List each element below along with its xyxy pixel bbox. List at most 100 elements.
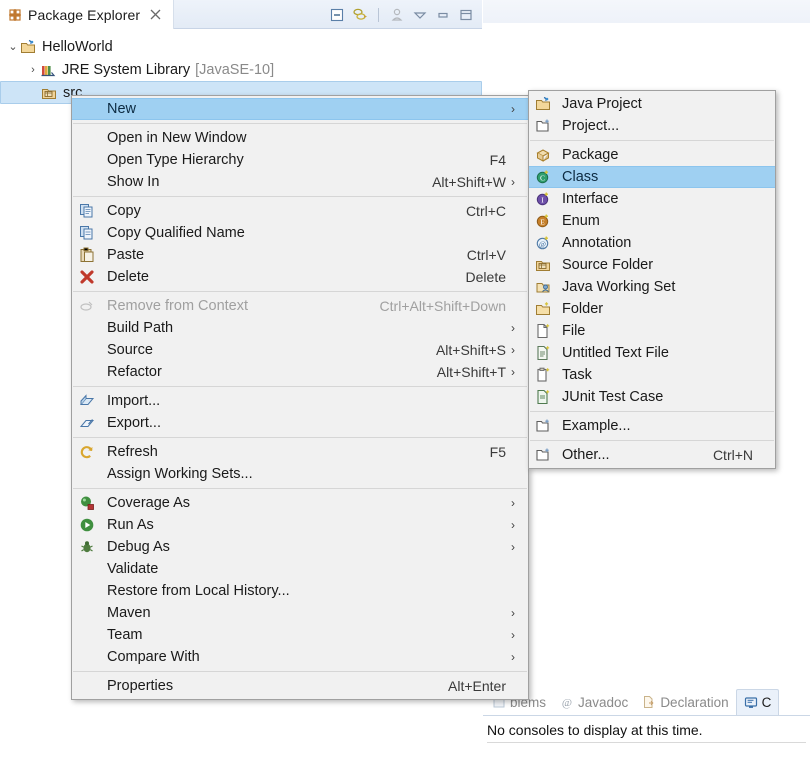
menu-item-refactor[interactable]: RefactorAlt+Shift+T› xyxy=(72,361,528,383)
menu-item-untitled-text-file[interactable]: Untitled Text File xyxy=(529,342,775,364)
menu-item-package[interactable]: Package xyxy=(529,144,775,166)
menu-item-label: Source Folder xyxy=(557,257,753,273)
menu-item-label: Properties xyxy=(102,678,430,694)
menu-item-compare-with[interactable]: Compare With› xyxy=(72,646,528,668)
context-menu: New› Open in New WindowOpen Type Hierarch… xyxy=(71,95,529,700)
close-icon[interactable] xyxy=(150,9,161,20)
menu-item-export[interactable]: Export... xyxy=(72,412,528,434)
focus-on-active-task-icon[interactable] xyxy=(387,5,407,25)
menu-item-label: Enum xyxy=(557,213,753,229)
tree-item-helloworld[interactable]: ⌄HelloWorld xyxy=(0,35,482,58)
menu-item-class[interactable]: CClass xyxy=(529,166,775,188)
menu-item-open-in-new-window[interactable]: Open in New Window xyxy=(72,127,528,149)
link-with-editor-icon[interactable] xyxy=(350,5,370,25)
paste-icon xyxy=(72,245,102,265)
menu-item-label: Compare With xyxy=(102,649,506,665)
console-tab-label: Declaration xyxy=(660,695,728,710)
menu-item-copy[interactable]: CopyCtrl+C xyxy=(72,200,528,222)
menu-item-file[interactable]: File xyxy=(529,320,775,342)
menu-separator xyxy=(73,386,527,387)
menu-item-copy-qualified-name[interactable]: Copy Qualified Name xyxy=(72,222,528,244)
menu-item-source-folder[interactable]: Source Folder xyxy=(529,254,775,276)
menu-item-build-path[interactable]: Build Path› xyxy=(72,317,528,339)
menu-item-remove-from-context: Remove from ContextCtrl+Alt+Shift+Down xyxy=(72,295,528,317)
text-file-icon xyxy=(529,343,557,363)
refresh-icon xyxy=(72,442,102,462)
menu-item-open-type-hierarchy[interactable]: Open Type HierarchyF4 xyxy=(72,149,528,171)
menu-item-assign-working-sets[interactable]: Assign Working Sets... xyxy=(72,463,528,485)
menu-item-label: Refresh xyxy=(102,444,472,460)
project-icon xyxy=(529,116,557,136)
menu-item-properties[interactable]: PropertiesAlt+Enter xyxy=(72,675,528,697)
class-icon: C xyxy=(529,167,557,187)
menu-item-validate[interactable]: Validate xyxy=(72,558,528,580)
console-tab-declaration[interactable]: Declaration xyxy=(635,689,735,715)
menu-icon-placeholder xyxy=(72,676,102,696)
menu-item-source[interactable]: SourceAlt+Shift+S› xyxy=(72,339,528,361)
submenu-arrow-icon: › xyxy=(506,343,520,357)
chevron-down-icon[interactable]: ⌄ xyxy=(6,40,20,53)
menu-item-run-as[interactable]: Run As› xyxy=(72,514,528,536)
menu-item-delete[interactable]: DeleteDelete xyxy=(72,266,528,288)
menu-item-show-in[interactable]: Show InAlt+Shift+W› xyxy=(72,171,528,193)
menu-item-task[interactable]: Task xyxy=(529,364,775,386)
menu-item-interface[interactable]: IInterface xyxy=(529,188,775,210)
java-working-set-icon xyxy=(529,277,557,297)
menu-item-label: Coverage As xyxy=(102,495,506,511)
chevron-right-icon[interactable]: › xyxy=(26,64,40,76)
console-tab-c[interactable]: C xyxy=(736,689,780,715)
menu-item-debug-as[interactable]: Debug As› xyxy=(72,536,528,558)
menu-item-annotation[interactable]: @Annotation xyxy=(529,232,775,254)
source-folder-icon xyxy=(529,255,557,275)
javadoc-icon: @ xyxy=(560,695,574,709)
menu-item-restore-from-local-history[interactable]: Restore from Local History... xyxy=(72,580,528,602)
maximize-icon[interactable] xyxy=(456,5,476,25)
menu-item-project[interactable]: Project... xyxy=(529,115,775,137)
minimize-icon[interactable] xyxy=(433,5,453,25)
menu-item-folder[interactable]: Folder xyxy=(529,298,775,320)
interface-icon: I xyxy=(529,189,557,209)
menu-item-maven[interactable]: Maven› xyxy=(72,602,528,624)
library-icon xyxy=(40,62,58,78)
menu-icon-placeholder xyxy=(72,128,102,148)
menu-item-label: Import... xyxy=(102,393,506,409)
menu-item-paste[interactable]: PasteCtrl+V xyxy=(72,244,528,266)
package-icon xyxy=(529,145,557,165)
menu-item-label: JUnit Test Case xyxy=(557,389,753,405)
menu-item-junit-test-case[interactable]: JUnit Test Case xyxy=(529,386,775,408)
coverage-icon xyxy=(72,493,102,513)
console-tab-javadoc[interactable]: @Javadoc xyxy=(553,689,635,715)
menu-item-label: Debug As xyxy=(102,539,506,555)
menu-item-example[interactable]: Example... xyxy=(529,415,775,437)
menu-item-team[interactable]: Team› xyxy=(72,624,528,646)
editor-tabstrip xyxy=(483,0,810,24)
tab-package-explorer[interactable]: Package Explorer xyxy=(0,0,174,29)
menu-item-label: Task xyxy=(557,367,753,383)
view-menu-icon[interactable] xyxy=(410,5,430,25)
menu-item-label: Build Path xyxy=(102,320,506,336)
collapse-all-icon[interactable] xyxy=(327,5,347,25)
menu-item-java-working-set[interactable]: Java Working Set xyxy=(529,276,775,298)
menu-item-refresh[interactable]: RefreshF5 xyxy=(72,441,528,463)
menu-item-shortcut: Alt+Shift+W xyxy=(414,174,506,190)
menu-item-label: Java Project xyxy=(557,96,753,112)
package-explorer-toolbar xyxy=(327,0,476,29)
copy-icon xyxy=(72,201,102,221)
menu-icon-placeholder xyxy=(72,172,102,192)
menu-item-label: Show In xyxy=(102,174,414,190)
submenu-arrow-icon: › xyxy=(506,365,520,379)
delete-icon xyxy=(72,267,102,287)
menu-item-shortcut: Alt+Enter xyxy=(430,678,506,694)
menu-item-label: Copy Qualified Name xyxy=(102,225,506,241)
tree-item-jre-system-library[interactable]: ›JRE System Library[JavaSE-10] xyxy=(0,58,482,81)
menu-separator xyxy=(73,488,527,489)
menu-item-java-project[interactable]: Java Project xyxy=(529,93,775,115)
menu-item-coverage-as[interactable]: Coverage As› xyxy=(72,492,528,514)
menu-item-label: Class xyxy=(557,169,753,185)
menu-item-new[interactable]: New› xyxy=(72,98,528,120)
menu-item-other[interactable]: Other...Ctrl+N xyxy=(529,444,775,466)
menu-item-import[interactable]: Import... xyxy=(72,390,528,412)
source-folder-icon xyxy=(41,85,59,101)
menu-item-enum[interactable]: EEnum xyxy=(529,210,775,232)
debug-icon xyxy=(72,537,102,557)
